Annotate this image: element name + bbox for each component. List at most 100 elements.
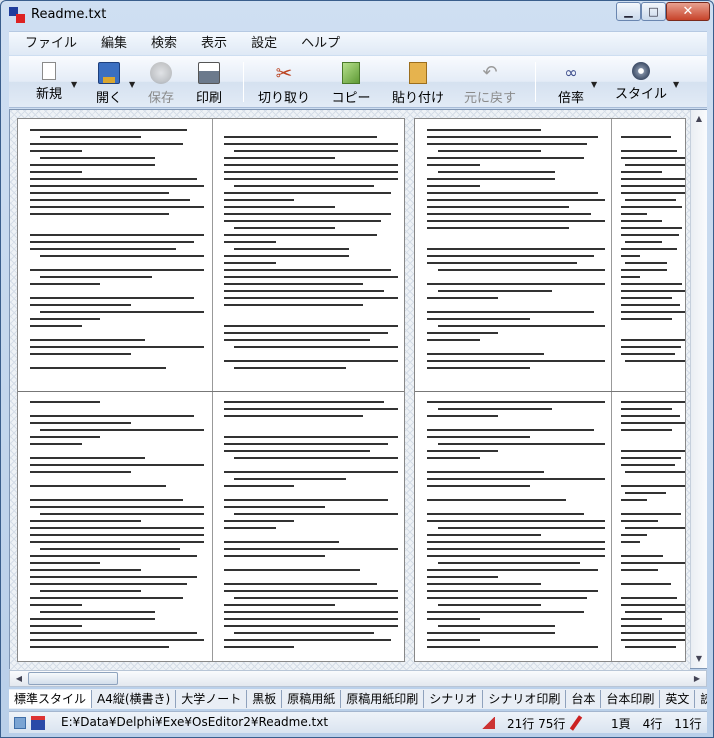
tab-a4-portrait[interactable]: A4縦(横書き) [92,690,177,708]
text-line [621,576,685,578]
text-line [224,527,277,529]
tab-college-notebook[interactable]: 大学ノート [176,690,248,708]
copy-button[interactable]: コピー [329,58,373,106]
toolbar-separator [535,62,536,102]
text-line [427,471,545,473]
printer-icon [198,62,220,84]
save-button[interactable]: 保存 [141,58,181,106]
scroll-right-icon[interactable]: ▶ [689,671,705,686]
text-line [224,534,360,536]
scroll-left-icon[interactable]: ◀ [11,671,27,686]
menu-search[interactable]: 検索 [139,32,189,56]
menu-file[interactable]: ファイル [9,32,89,56]
horizontal-scrollbar[interactable]: ◀ ▶ [9,670,707,687]
text-line [224,492,398,494]
text-line [625,436,684,438]
text-line [224,408,398,410]
new-button[interactable]: 新規 [29,58,69,104]
text-line [621,283,683,285]
tab-manuscript-print[interactable]: 原稿用紙印刷 [341,690,425,708]
text-line [224,562,398,564]
style-label: スタイル [614,87,667,102]
text-line [427,422,605,424]
text-line [30,604,83,606]
scroll-thumb[interactable] [28,672,118,685]
text-line [427,136,598,138]
new-dropdown-icon[interactable]: ▼ [71,80,77,89]
text-line [40,429,204,431]
tab-blackboard[interactable]: 黒板 [247,690,283,708]
text-line [621,541,641,543]
text-line [224,520,294,522]
style-dropdown-icon[interactable]: ▼ [673,80,679,89]
text-line [427,576,499,578]
glasses-icon: ∞ [564,63,578,82]
text-line [427,262,577,264]
tab-manuscript-paper[interactable]: 原稿用紙 [282,690,342,708]
text-line [621,618,662,620]
minimize-button[interactable]: ▁ [616,2,641,21]
maximize-button[interactable]: □ [641,2,666,21]
tab-scenario-print[interactable]: シナリオ印刷 [483,690,567,708]
text-line [30,171,83,173]
text-line [621,367,677,369]
text-line [40,255,204,257]
tab-reading[interactable]: 読書 [695,690,707,708]
text-line [624,164,685,166]
open-dropdown-icon[interactable]: ▼ [129,80,135,89]
pen-icon [569,715,583,731]
text-line [30,422,131,424]
zoom-button[interactable]: ∞ 倍率 [553,58,589,106]
text-line [621,520,659,522]
text-line [30,269,204,271]
text-line [621,318,673,320]
tab-scenario[interactable]: シナリオ [424,690,484,708]
text-line [427,520,605,522]
text-line [234,248,350,250]
style-button[interactable]: スタイル [613,58,669,104]
vertical-scrollbar[interactable]: ▲ ▼ [690,110,707,668]
tab-standard-style[interactable]: 標準スタイル [9,690,93,708]
text-line [30,639,204,641]
scroll-down-icon[interactable]: ▼ [692,651,706,667]
text-line [427,297,499,299]
text-line [427,185,481,187]
scroll-up-icon[interactable]: ▲ [692,111,706,127]
paste-button[interactable]: 貼り付け [391,58,445,106]
zoom-dropdown-icon[interactable]: ▼ [591,80,597,89]
text-line [30,297,194,299]
document-preview[interactable]: ▲ ▼ [9,109,707,670]
menu-view[interactable]: 表示 [189,32,239,56]
page-spread-left[interactable] [17,118,405,662]
text-line [621,485,685,487]
text-line [30,646,170,648]
close-button[interactable]: ✕ [666,2,710,21]
text-line [427,492,605,494]
page-spread-right[interactable] [414,118,686,662]
text-line [40,220,200,222]
gear-icon [632,62,650,80]
text-line [30,360,204,362]
tab-script-print[interactable]: 台本印刷 [601,690,661,708]
tab-english[interactable]: 英文 [660,690,696,708]
tab-script[interactable]: 台本 [566,690,602,708]
menu-help[interactable]: ヘルプ [289,32,352,56]
undo-button[interactable]: ↶ 元に戻す [461,58,519,106]
text-line [427,436,531,438]
print-button[interactable]: 印刷 [189,58,229,106]
text-line [224,269,392,271]
menu-settings[interactable]: 設定 [239,32,289,56]
menu-edit[interactable]: 編集 [89,32,139,56]
text-line [234,185,374,187]
cut-button[interactable]: ✂ 切り取り [257,58,311,106]
text-line [234,311,394,313]
text-line [427,129,541,131]
text-line [427,639,481,641]
text-line [621,192,685,194]
text-line [427,304,605,306]
text-line [621,150,678,152]
open-button[interactable]: 開く [89,58,129,106]
text-line [30,346,204,348]
text-line [621,311,685,313]
text-line [224,499,388,501]
